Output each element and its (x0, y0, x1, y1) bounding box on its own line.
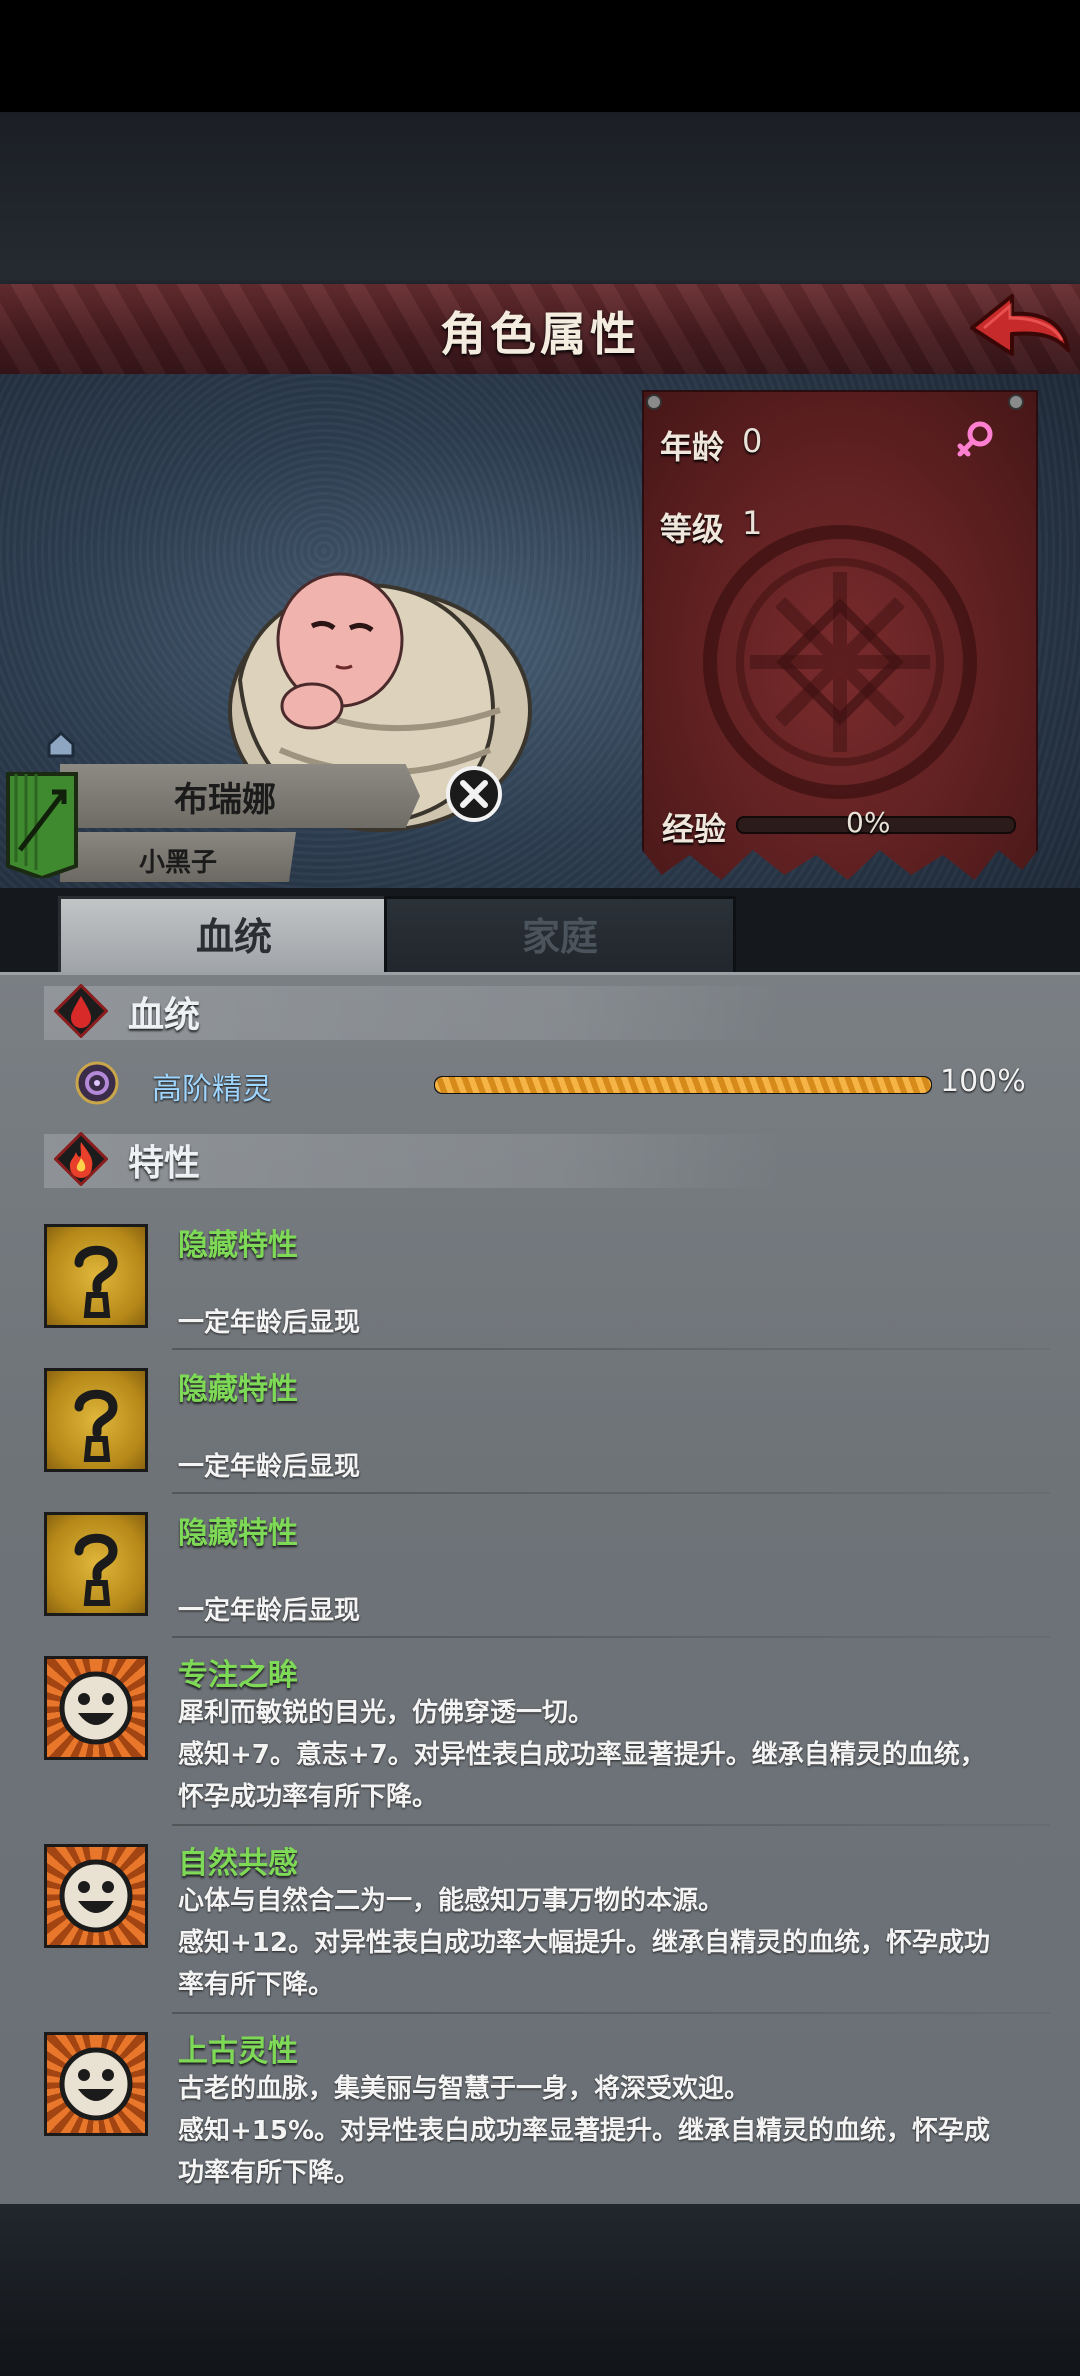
back-arrow-icon (970, 294, 1070, 356)
question-icon (44, 1512, 148, 1616)
bottom-backdrop (0, 2204, 1080, 2376)
panel-rivet (646, 394, 662, 410)
traits-section-title: 特性 (128, 1143, 201, 1184)
female-icon (957, 421, 993, 457)
tab-family[interactable]: 家庭 (384, 896, 736, 975)
level-label: 等级 (660, 510, 725, 548)
close-circle-icon (446, 766, 502, 822)
bloodline-progress-fill (435, 1077, 931, 1093)
trait-row[interactable]: 隐藏特性 一定年龄后显现 (30, 1214, 1050, 1350)
smiley-icon (44, 1656, 148, 1760)
exp-value: 0% (846, 806, 891, 839)
panel-rivet (1008, 394, 1024, 410)
trait-description-line: 感知+7。意志+7。对异性表白成功率显著提升。继承自精灵的血统， (178, 1740, 986, 1770)
trait-row[interactable]: 隐藏特性 一定年龄后显现 (30, 1358, 1050, 1494)
house-banner-icon (6, 772, 78, 878)
trait-description-line: 心体与自然合二为一，能感知万事万物的本源。 (178, 1886, 725, 1916)
trait-name: 专注之眸 (178, 1658, 298, 1693)
trait-description-line: 功率有所下降。 (178, 2158, 361, 2188)
character-name: 布瑞娜 (174, 780, 276, 820)
back-button[interactable] (964, 288, 1074, 368)
trait-description-line: 一定年龄后显现 (178, 1596, 361, 1626)
question-icon (44, 1224, 148, 1328)
level-value: 1 (742, 504, 763, 542)
trait-row[interactable]: 上古灵性 古老的血脉，集美丽与智慧于一身，将深受欢迎。 感知+15%。对异性表白… (30, 2022, 1050, 2202)
elf-bloodline-icon (75, 1061, 119, 1105)
page-title: 角色属性 (440, 307, 640, 361)
dismiss-button[interactable] (444, 764, 504, 824)
trait-name: 上古灵性 (178, 2034, 298, 2069)
bloodline-section-title: 血统 (128, 995, 201, 1036)
tab-bloodline[interactable]: 血统 (58, 896, 410, 975)
trait-description-line: 一定年龄后显现 (178, 1308, 361, 1338)
trait-name: 隐藏特性 (178, 1372, 298, 1407)
question-icon (44, 1368, 148, 1472)
smiley-icon (44, 1844, 148, 1948)
exp-label: 经验 (662, 810, 727, 848)
age-label: 年龄 (660, 428, 725, 466)
trait-description-line: 感知+12。对异性表白成功率大幅提升。继承自精灵的血统，怀孕成功 (178, 1928, 990, 1958)
title-bar: 角色属性 (0, 284, 1080, 377)
smiley-icon (44, 2032, 148, 2136)
trait-row[interactable]: 自然共感 心体与自然合二为一，能感知万事万物的本源。 感知+12。对异性表白成功… (30, 1834, 1050, 2014)
trait-name: 自然共感 (178, 1846, 298, 1881)
house-icon (47, 730, 75, 758)
status-bar-area (0, 0, 1080, 112)
bloodline-percent: 100% (940, 1064, 1026, 1099)
trait-description-line: 一定年龄后显现 (178, 1452, 361, 1482)
character-nickname: 小黑子 (138, 848, 217, 878)
trait-description-line: 犀利而敏锐的目光，仿佛穿透一切。 (178, 1698, 595, 1728)
trait-row[interactable]: 专注之眸 犀利而敏锐的目光，仿佛穿透一切。 感知+7。意志+7。对异性表白成功率… (30, 1646, 1050, 1826)
trait-row[interactable]: 隐藏特性 一定年龄后显现 (30, 1502, 1050, 1638)
blood-drop-icon (54, 984, 108, 1038)
trait-description-line: 率有所下降。 (178, 1970, 335, 2000)
trait-description-line: 感知+15%。对异性表白成功率显著提升。继承自精灵的血统，怀孕成 (178, 2116, 991, 2146)
trait-name: 隐藏特性 (178, 1228, 298, 1263)
bloodline-name: 高阶精灵 (152, 1072, 272, 1107)
fire-icon (54, 1132, 108, 1186)
trait-description-line: 怀孕成功率有所下降。 (178, 1782, 439, 1812)
trait-name: 隐藏特性 (178, 1516, 298, 1551)
bloodline-progress-bar (434, 1076, 932, 1094)
top-backdrop (0, 112, 1080, 284)
celtic-knot-emblem (703, 525, 977, 799)
age-value: 0 (742, 422, 763, 460)
trait-description-line: 古老的血脉，集美丽与智慧于一身，将深受欢迎。 (178, 2074, 751, 2104)
